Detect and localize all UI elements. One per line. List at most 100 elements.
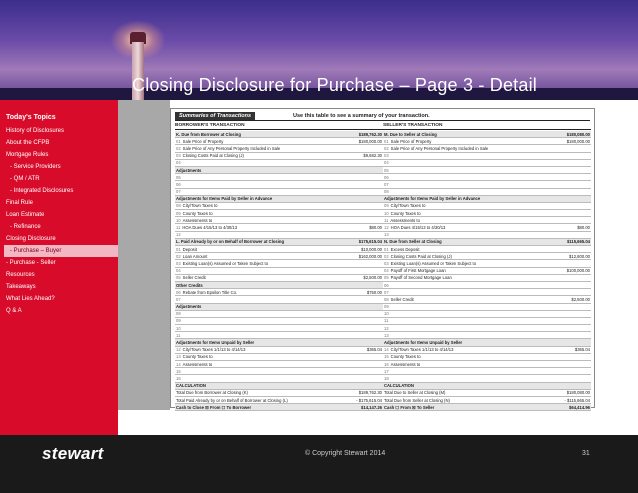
row-text: Total Due from Seller at Closing (N) (384, 397, 450, 403)
sidebar-item[interactable]: Loan Estimate (0, 209, 118, 221)
row-label: 10 County Taxes to (384, 211, 590, 216)
row-number: 09 (384, 203, 389, 209)
row-number: 05 (176, 275, 181, 281)
row-text: County Taxes to (182, 210, 213, 216)
table-row: Adjustments (175, 166, 383, 175)
table-row: 17 (383, 368, 591, 376)
row-label: 05 Seller Credit (176, 275, 363, 280)
row-label: 05 (384, 168, 590, 173)
table-row: 01 Excess Deposit (383, 246, 591, 254)
table-row: Adjustments for Items Paid by Seller in … (383, 195, 591, 203)
row-label: N. Due from Seller at Closing (384, 239, 567, 244)
row-number: 09 (384, 304, 389, 310)
table-row: 08 (383, 189, 591, 196)
row-number: 01 (176, 246, 181, 252)
document-shadow-page (118, 100, 170, 410)
row-number: 08 (384, 189, 389, 195)
row-number: 10 (384, 210, 389, 216)
row-text: M. Due to Seller at Closing (384, 131, 437, 137)
sidebar-item[interactable]: Resources (0, 269, 118, 281)
table-row: 11 HOA Dues 4/15/13 to 4/30/13 $80.00 (175, 224, 383, 232)
table-row: 03 Existing Loan(s) Assumed or Taken Subj… (175, 260, 383, 268)
row-amount: $750.00 (366, 289, 382, 295)
row-text: CALCULATION (384, 383, 414, 389)
row-amount: $162,000.00 (358, 253, 382, 259)
row-text: City/Town Taxes to (390, 203, 426, 209)
row-number: 02 (384, 253, 389, 259)
row-number: 02 (384, 145, 389, 151)
table-row: 10 Assessments to (175, 217, 383, 225)
sidebar-item[interactable]: Takeaways (0, 281, 118, 293)
row-text: Existing Loan(s) Assumed or Taken Subjec… (390, 260, 477, 266)
row-amount: $189,762.30 (358, 390, 382, 396)
row-label: 08 Seller Credit (384, 297, 571, 302)
row-number: 11 (384, 318, 389, 324)
sidebar-item[interactable]: Q & A (0, 305, 118, 317)
sidebar-item[interactable]: History of Disclosures (0, 125, 118, 137)
row-text: County Taxes to (182, 354, 213, 360)
row-text: Sale Price of Any Personal Property Incl… (390, 145, 489, 151)
table-row: 01 Sale Price of Property $180,000.00 (383, 138, 591, 146)
row-number: 07 (176, 296, 181, 302)
row-number: 10 (176, 325, 181, 331)
row-amount: $100,000.00 (566, 268, 590, 274)
sidebar-item[interactable]: About the CFPB (0, 137, 118, 149)
row-number: 15 (176, 368, 181, 374)
sidebar-item[interactable]: Mortgage Rules (0, 149, 118, 161)
table-row: 13 (383, 232, 591, 239)
sidebar-item[interactable]: - Service Providers (0, 161, 118, 173)
row-label: 09 (384, 304, 590, 309)
row-amount: - $175,615.04 (356, 397, 382, 403)
row-label: 03 Existing Loan(s) Assumed or Taken Subj… (176, 261, 382, 266)
seller-rows: M. Due to Seller at Closing $180,080.00 01… (383, 131, 591, 412)
row-label: 06 Rebate from Epsilon Title Co. (176, 290, 367, 295)
row-text: Excess Deposit (390, 246, 420, 252)
sidebar-item[interactable]: - Integrated Disclosures (0, 185, 118, 197)
table-row: Total Due to Seller at Closing (M) $180,0… (383, 390, 591, 397)
table-row: 08 Seller Credit $2,500.00 (383, 296, 591, 304)
row-number: 04 (176, 160, 181, 166)
borrower-transaction: BORROWER'S TRANSACTION K. Due from Borro… (175, 123, 383, 412)
page-number: 31 (582, 450, 590, 457)
row-amount: $189,762.30 (358, 131, 382, 137)
row-number: 01 (384, 138, 389, 144)
sidebar-list: History of Disclosures About the CFPB Mort… (0, 125, 134, 317)
sidebar-item[interactable]: - Purchase – Buyer (4, 245, 134, 257)
table-row: 15 County Taxes to (383, 354, 591, 361)
row-text: Deposit (182, 246, 197, 252)
row-number: 07 (384, 181, 389, 187)
sidebar-item[interactable]: What Lies Ahead? (0, 293, 118, 305)
sidebar-item[interactable]: - Refinance (0, 221, 118, 233)
row-amount: $12,800.00 (569, 253, 590, 259)
row-text: Assessments to (182, 217, 213, 223)
row-label: Adjustments for Items Unpaid by Seller (176, 340, 382, 345)
row-number: 11 (176, 332, 181, 338)
row-label: 14 Assessments to (176, 362, 382, 367)
slide-title: Closing Disclosure for Purchase – Page 3… (132, 75, 537, 95)
row-text: County Taxes to (390, 354, 421, 360)
sidebar-item[interactable]: Final Rule (0, 197, 118, 209)
table-row: CALCULATION (383, 382, 591, 390)
table-row: 11 (175, 332, 383, 340)
row-amount: $180,000.00 (358, 138, 382, 144)
table-row: 02 Closing Costs Paid at Closing (J) $12,8… (383, 253, 591, 261)
sidebar-item[interactable]: Closing Disclosure (0, 233, 118, 245)
table-row: 01 Deposit $10,000.00 (175, 246, 383, 254)
row-label: 10 (176, 326, 382, 331)
row-number: 10 (176, 217, 181, 223)
row-amount: $115,665.04 (566, 239, 590, 245)
row-number: 07 (384, 289, 389, 295)
sidebar-item[interactable]: - QM / ATR (0, 173, 118, 185)
row-label: 04 (176, 268, 382, 273)
table-row: 15 (175, 368, 383, 376)
row-label: CALCULATION (176, 383, 382, 388)
row-label: Cash ☐ From ☒ To Seller (384, 405, 569, 410)
row-amount: - $115,665.04 (564, 397, 590, 403)
row-label: L. Paid Already by or on Behalf of Borro… (176, 239, 359, 244)
sidebar-item[interactable]: - Purchase - Seller (0, 257, 118, 269)
row-text: Total Due to Seller at Closing (M) (384, 390, 446, 396)
row-number: 04 (384, 160, 389, 166)
row-label: 11 (384, 318, 590, 323)
row-number: 16 (384, 361, 389, 367)
row-text: K. Due from Borrower at Closing (176, 131, 241, 137)
